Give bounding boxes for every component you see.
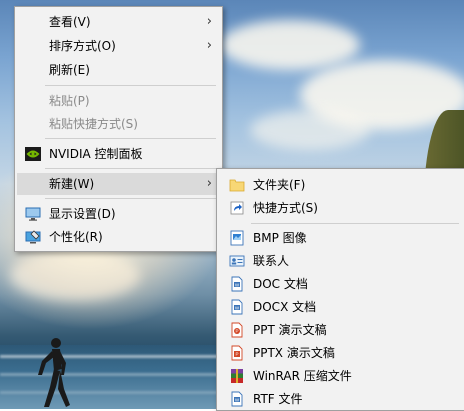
- menu-item-label: DOC 文档: [253, 277, 308, 291]
- pptx-icon: P: [231, 345, 243, 361]
- menu-item-label: BMP 图像: [253, 231, 307, 245]
- new-ppt-item[interactable]: P PPT 演示文稿: [219, 319, 463, 341]
- display-icon: [25, 207, 41, 221]
- shortcut-icon: [230, 201, 244, 215]
- new-submenu: 文件夹(F) 快捷方式(S) BMP 图像 联系人 W DOC 文档 W DOC…: [216, 168, 464, 411]
- chevron-right-icon: ›: [206, 38, 212, 53]
- menu-item-label: 新建(W): [49, 177, 95, 191]
- runner-silhouette: [38, 338, 70, 407]
- desktop-context-menu: 查看(V) › 排序方式(O) › 刷新(E) 粘贴(P) 粘贴快捷方式(S) …: [14, 6, 223, 252]
- svg-text:P: P: [235, 329, 238, 334]
- docx-icon: W: [231, 299, 243, 315]
- doc-icon: W: [231, 276, 243, 292]
- menu-item-paste: 粘贴(P): [17, 90, 220, 112]
- menu-item-label: 文件夹(F): [253, 178, 306, 192]
- menu-item-label: 粘贴快捷方式(S): [49, 117, 138, 131]
- menu-separator: [45, 138, 216, 139]
- menu-item-label: 联系人: [253, 254, 290, 268]
- menu-item-label: 查看(V): [49, 15, 91, 29]
- bmp-image-icon: [230, 230, 244, 246]
- personalize-icon: [25, 230, 41, 244]
- menu-item-label: 个性化(R): [49, 230, 103, 244]
- menu-item-label: 显示设置(D): [49, 207, 116, 221]
- menu-separator: [45, 198, 216, 199]
- new-docx-item[interactable]: W DOCX 文档: [219, 296, 463, 318]
- menu-item-label: DOCX 文档: [253, 300, 317, 314]
- menu-item-paste-shortcut: 粘贴快捷方式(S): [17, 113, 220, 135]
- menu-item-nvidia-control-panel[interactable]: NVIDIA 控制面板: [17, 143, 220, 165]
- folder-icon: [229, 179, 245, 192]
- menu-item-label: PPT 演示文稿: [253, 323, 327, 337]
- menu-item-label: 排序方式(O): [49, 39, 116, 53]
- menu-item-label: 粘贴(P): [49, 94, 90, 108]
- menu-item-label: 快捷方式(S): [253, 201, 318, 215]
- ppt-icon: P: [231, 322, 243, 338]
- new-pptx-item[interactable]: P PPTX 演示文稿: [219, 342, 463, 364]
- menu-item-label: WinRAR 压缩文件: [253, 369, 352, 383]
- menu-item-label: NVIDIA 控制面板: [49, 147, 143, 161]
- new-winrar-archive-item[interactable]: WinRAR 压缩文件: [219, 365, 463, 387]
- new-shortcut-item[interactable]: 快捷方式(S): [219, 197, 463, 219]
- chevron-right-icon: ›: [206, 176, 212, 191]
- menu-item-display-settings[interactable]: 显示设置(D): [17, 203, 220, 225]
- menu-item-personalize[interactable]: 个性化(R): [17, 226, 220, 248]
- menu-item-label: PPTX 演示文稿: [253, 346, 335, 360]
- chevron-right-icon: ›: [206, 14, 212, 29]
- menu-separator: [45, 85, 216, 86]
- winrar-icon: [231, 369, 243, 383]
- menu-separator: [45, 168, 216, 169]
- rtf-icon: W: [231, 391, 243, 407]
- new-contact-item[interactable]: 联系人: [219, 250, 463, 272]
- contact-icon: [229, 255, 245, 267]
- new-rtf-item[interactable]: W RTF 文件: [219, 388, 463, 410]
- nvidia-icon: [25, 147, 41, 161]
- new-folder-item[interactable]: 文件夹(F): [219, 174, 463, 196]
- new-bmp-image-item[interactable]: BMP 图像: [219, 227, 463, 249]
- menu-item-refresh[interactable]: 刷新(E): [17, 59, 220, 81]
- menu-separator: [251, 223, 459, 224]
- menu-item-label: RTF 文件: [253, 392, 303, 406]
- new-doc-item[interactable]: W DOC 文档: [219, 273, 463, 295]
- menu-item-view[interactable]: 查看(V) ›: [17, 11, 220, 33]
- menu-item-new[interactable]: 新建(W) ›: [17, 173, 220, 195]
- svg-text:P: P: [235, 352, 238, 357]
- menu-item-sort-by[interactable]: 排序方式(O) ›: [17, 35, 220, 57]
- menu-item-label: 刷新(E): [49, 63, 90, 77]
